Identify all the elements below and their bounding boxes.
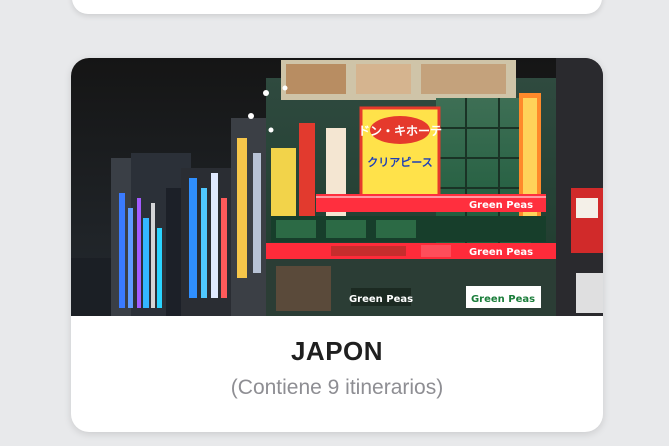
sign-green-peas-upper: Green Peas (469, 200, 533, 211)
destinations-list: ドン・キホーテ クリアピース Green Peas Green Peas Gre… (0, 0, 669, 446)
destination-card-japon[interactable]: ドン・キホーテ クリアピース Green Peas Green Peas Gre… (71, 58, 603, 432)
destination-photo: ドン・キホーテ クリアピース Green Peas Green Peas Gre… (71, 58, 603, 316)
sign-green-peas-low-right: Green Peas (471, 294, 535, 305)
sign-green-peas-low-left: Green Peas (349, 294, 413, 305)
previous-destination-card[interactable] (72, 0, 602, 14)
destination-title: JAPON (290, 336, 384, 366)
sign-upper-2: クリアピース (367, 156, 432, 169)
sign-green-peas-middle: Green Peas (469, 247, 533, 258)
destination-itinerary-count: (Contiene 9 itinerarios) (230, 376, 444, 399)
sign-upper-1: ドン・キホーテ (358, 124, 442, 138)
